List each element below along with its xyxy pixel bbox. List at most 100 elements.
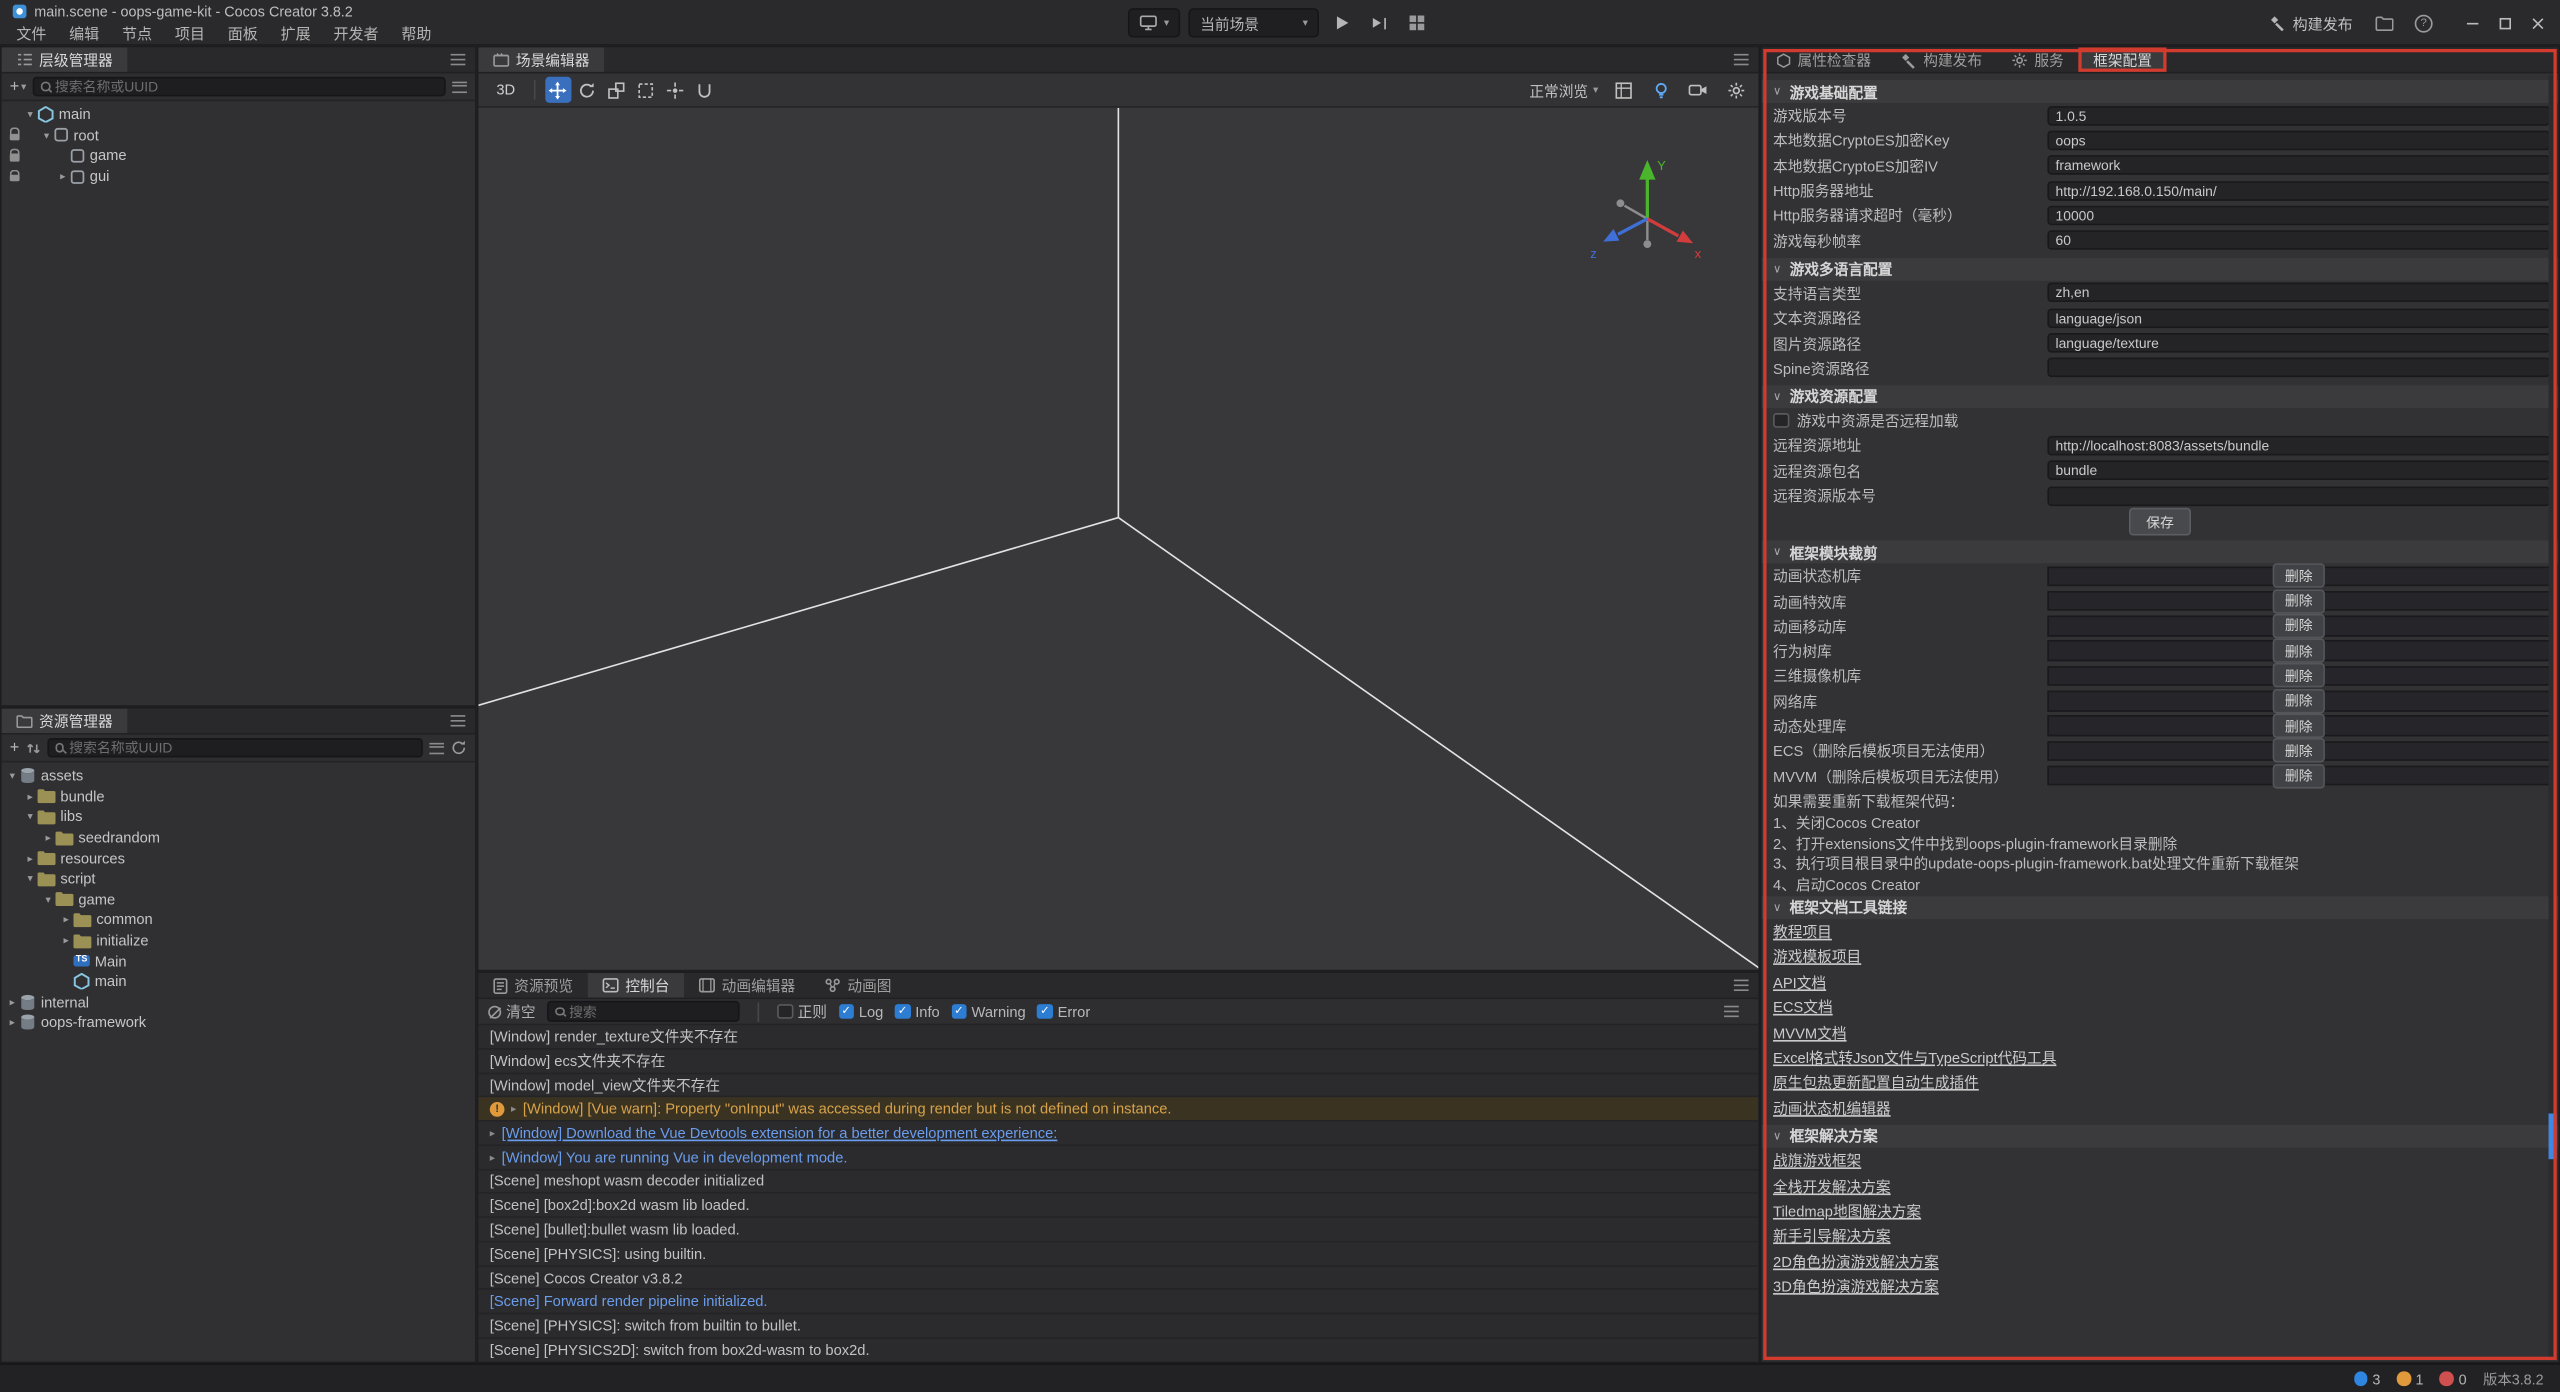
section-header-2[interactable]: ∨游戏资源配置 — [1762, 385, 2559, 408]
property-input[interactable] — [2047, 205, 2550, 225]
view-mode-select[interactable]: 正常浏览 ▾ — [1529, 79, 1598, 100]
help-icon[interactable] — [2415, 14, 2433, 32]
tree-item-libs[interactable]: ▾libs — [2, 807, 475, 828]
expander-right-icon[interactable]: ▸ — [23, 852, 38, 865]
save-button[interactable]: 保存 — [2130, 508, 2190, 536]
anchor-tool-button[interactable] — [662, 77, 688, 103]
close-button[interactable] — [2521, 0, 2554, 46]
log-row[interactable]: ▸[Window] [Vue warn]: Property "onInput"… — [478, 1098, 1758, 1122]
expander-down-icon[interactable]: ▾ — [23, 811, 38, 824]
tree-item-main[interactable]: ▾main — [2, 104, 475, 125]
panel-menu-icon[interactable] — [1734, 54, 1749, 65]
layout-grid-button[interactable] — [1403, 8, 1432, 37]
expander-down-icon[interactable]: ▾ — [5, 769, 20, 782]
sort-icon[interactable] — [26, 740, 41, 755]
doc-link[interactable]: 教程项目 — [1773, 921, 1832, 942]
scrollbar-thumb[interactable] — [2549, 1113, 2557, 1159]
log-row[interactable]: [Scene] [PHYSICS]: switch from builtin t… — [478, 1315, 1758, 1339]
regex-toggle[interactable]: 正则 — [777, 1001, 827, 1022]
expander-right-icon[interactable]: ▸ — [59, 913, 74, 926]
expander-right-icon[interactable]: ▸ — [5, 1016, 20, 1029]
checkbox-checked-icon[interactable] — [1037, 1004, 1053, 1020]
dimension-toggle-button[interactable]: 3D — [488, 82, 523, 98]
console-search-input[interactable] — [547, 1001, 740, 1021]
remote-load-checkbox[interactable] — [1773, 413, 1789, 429]
property-input[interactable] — [2047, 155, 2550, 175]
tree-item-game[interactable]: game — [2, 146, 475, 167]
folder-icon[interactable] — [2369, 8, 2398, 37]
property-input[interactable] — [2047, 486, 2550, 506]
log-row[interactable]: ▸[Window] Download the Vue Devtools exte… — [478, 1122, 1758, 1146]
tree-item-initialize[interactable]: ▸initialize — [2, 930, 475, 951]
refresh-icon[interactable] — [451, 740, 467, 756]
assets-search-field[interactable] — [69, 740, 415, 756]
log-row[interactable]: [Window] model_view文件夹不存在 — [478, 1074, 1758, 1098]
property-input[interactable] — [2047, 230, 2550, 250]
panel-menu-icon[interactable] — [451, 54, 466, 65]
property-input[interactable] — [2047, 436, 2550, 456]
expander-right-icon[interactable]: ▸ — [41, 831, 56, 844]
log-row[interactable]: [Window] ecs文件夹不存在 — [478, 1049, 1758, 1073]
menu-edit[interactable]: 编辑 — [58, 20, 111, 43]
expander-down-icon[interactable]: ▾ — [23, 108, 38, 121]
tree-item-common[interactable]: ▸common — [2, 910, 475, 931]
tree-item-internal[interactable]: ▸internal — [2, 992, 475, 1013]
tree-item-bundle[interactable]: ▸bundle — [2, 786, 475, 807]
lock-icon[interactable] — [9, 154, 19, 161]
message-counter[interactable]: 3 — [2354, 1371, 2381, 1387]
hierarchy-search-field[interactable] — [55, 78, 438, 94]
scene-select[interactable]: 当前场景 ▾ — [1189, 8, 1320, 37]
filter-log[interactable]: Log — [838, 1003, 883, 1019]
delete-button[interactable]: 删除 — [2273, 564, 2324, 588]
scene-viewport[interactable]: Y x z — [478, 108, 1758, 970]
section-header-4[interactable]: ∨框架文档工具链接 — [1762, 896, 2559, 919]
doc-link[interactable]: 新手引导解决方案 — [1773, 1225, 1891, 1246]
delete-button[interactable]: 删除 — [2273, 664, 2324, 688]
menu-developer[interactable]: 开发者 — [322, 20, 390, 43]
delete-button[interactable]: 删除 — [2273, 739, 2324, 763]
assets-search-input[interactable] — [47, 738, 423, 758]
doc-link[interactable]: MVVM文档 — [1773, 1021, 1846, 1042]
doc-link[interactable]: 动画状态机编辑器 — [1773, 1097, 1891, 1118]
gear-icon[interactable] — [1722, 77, 1748, 103]
lock-icon[interactable] — [9, 174, 19, 181]
expander-right-icon[interactable]: ▸ — [511, 1102, 516, 1115]
doc-link[interactable]: 2D角色扮演游戏解决方案 — [1773, 1250, 1939, 1271]
rect-tool-button[interactable] — [633, 77, 659, 103]
property-input[interactable] — [2047, 106, 2550, 126]
scale-tool-button[interactable] — [603, 77, 629, 103]
log-row[interactable]: [Scene] meshopt wasm decoder initialized — [478, 1170, 1758, 1194]
grid-toggle-icon[interactable] — [1610, 77, 1636, 103]
preview-target-select[interactable]: ▾ — [1128, 8, 1181, 37]
log-row[interactable]: [Scene] [box2d]:box2d wasm lib loaded. — [478, 1194, 1758, 1218]
doc-link[interactable]: API文档 — [1773, 971, 1826, 992]
expander-down-icon[interactable]: ▾ — [23, 872, 38, 885]
delete-button[interactable]: 删除 — [2273, 764, 2324, 788]
menu-extension[interactable]: 扩展 — [269, 20, 322, 43]
log-row[interactable]: [Scene] Forward render pipeline initiali… — [478, 1290, 1758, 1314]
checkbox-unchecked-icon[interactable] — [777, 1004, 793, 1020]
tab-assets[interactable]: 资源管理器 — [2, 709, 128, 733]
tree-item-game[interactable]: ▾game — [2, 889, 475, 910]
section-header-5[interactable]: ∨框架解决方案 — [1762, 1125, 2559, 1148]
build-publish-button[interactable]: 构建发布 — [2270, 11, 2353, 34]
property-input[interactable] — [2047, 461, 2550, 481]
doc-link[interactable]: Tiledmap地图解决方案 — [1773, 1200, 1921, 1221]
doc-link[interactable]: 3D角色扮演游戏解决方案 — [1773, 1275, 1939, 1296]
tab-assets-preview[interactable]: 资源预览 — [478, 973, 587, 997]
property-input[interactable] — [2047, 131, 2550, 151]
doc-link[interactable]: 全栈开发解决方案 — [1773, 1175, 1891, 1196]
warning-counter[interactable]: 1 — [2397, 1371, 2424, 1387]
rotate-tool-button[interactable] — [574, 77, 600, 103]
axis-gizmo[interactable]: Y x z — [1582, 147, 1713, 278]
tab-console[interactable]: 控制台 — [588, 973, 684, 997]
tab-hierarchy[interactable]: 层级管理器 — [2, 47, 128, 71]
tree-item-seedrandom[interactable]: ▸seedrandom — [2, 827, 475, 848]
filter-icon[interactable] — [452, 81, 467, 92]
log-row[interactable]: [Scene] [PHYSICS2D]: switch from box2d-w… — [478, 1339, 1758, 1362]
expander-down-icon[interactable]: ▾ — [39, 129, 54, 142]
doc-link[interactable]: 战旗游戏框架 — [1773, 1150, 1861, 1171]
delete-button[interactable]: 删除 — [2273, 689, 2324, 713]
filter-info[interactable]: Info — [895, 1003, 940, 1019]
property-input[interactable] — [2047, 283, 2550, 303]
